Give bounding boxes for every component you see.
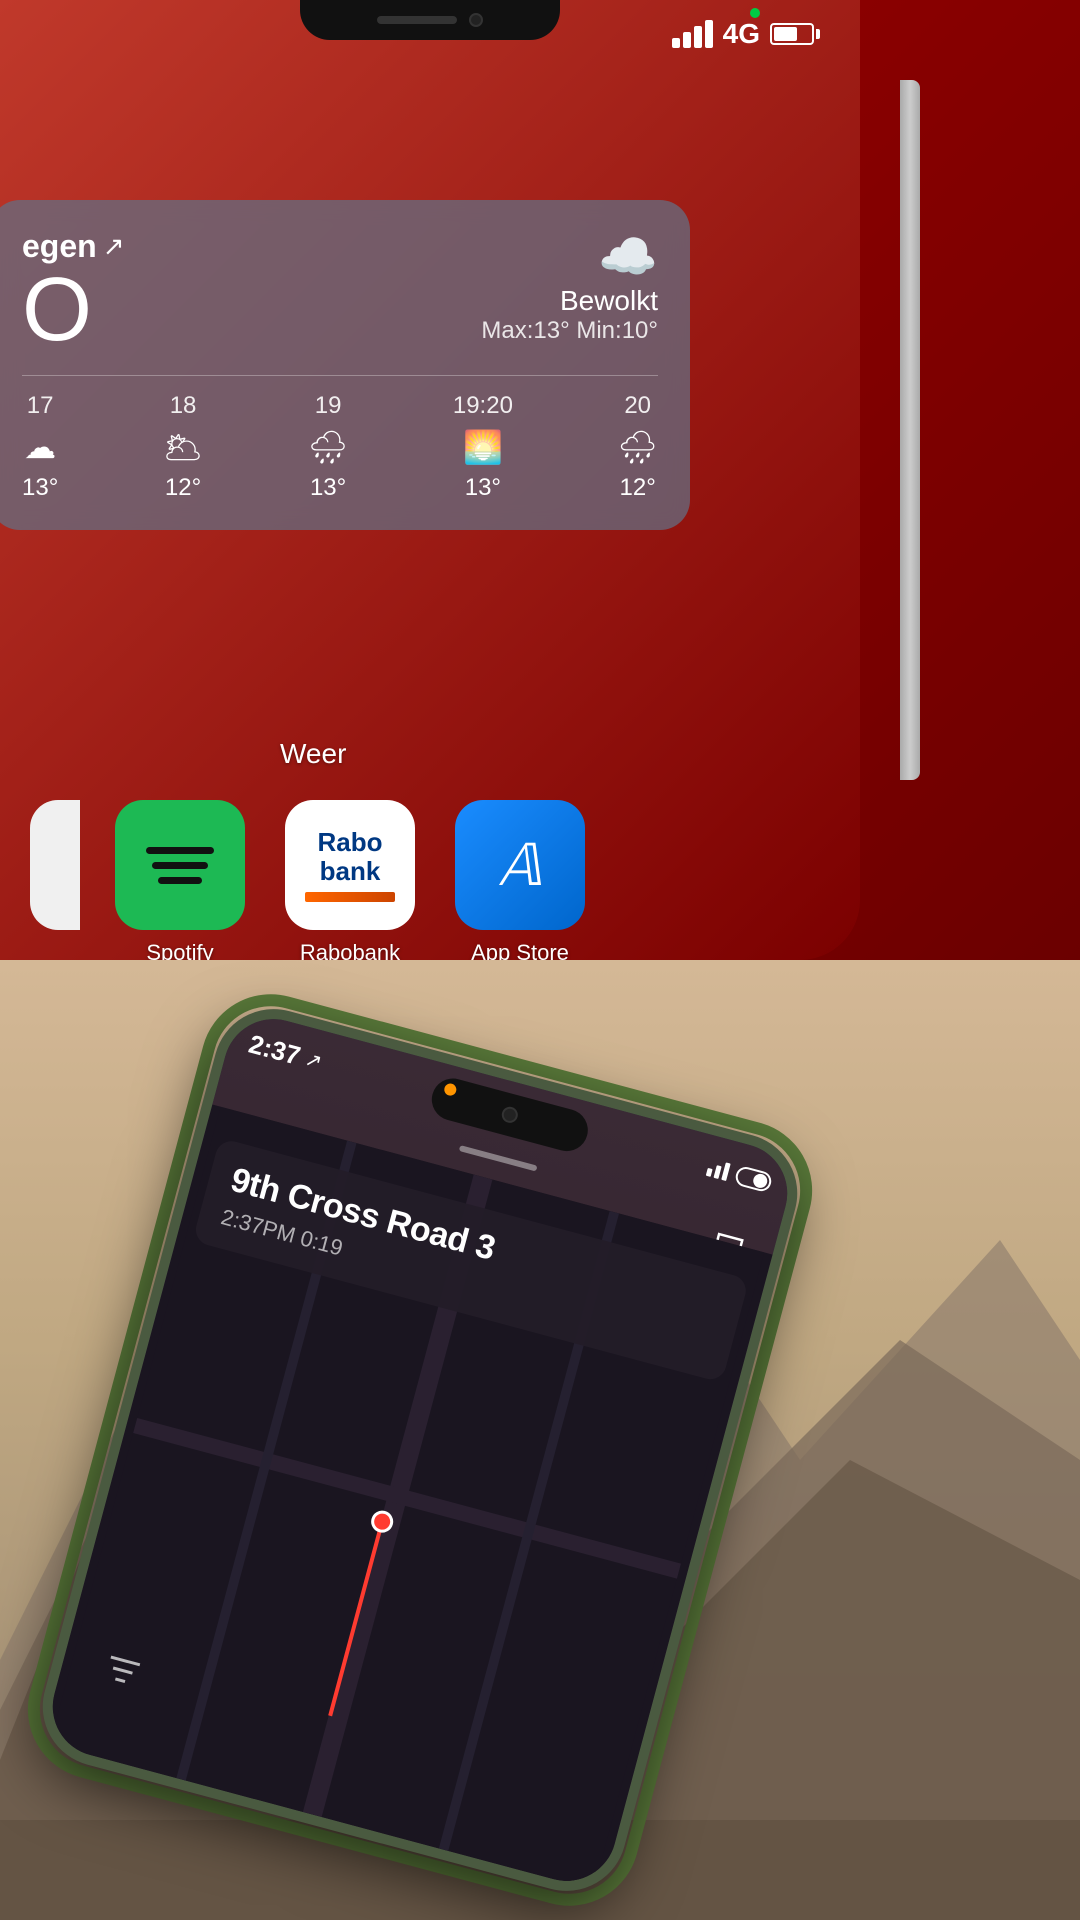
sp-bar-1	[706, 1167, 713, 1176]
forecast-item-0: 17 ☁ 13°	[22, 392, 58, 502]
forecast-temp-0: 13°	[22, 474, 58, 502]
spotify-wave-1	[146, 847, 214, 854]
sp-bar-2	[714, 1165, 722, 1179]
notch	[300, 0, 560, 40]
network-type: 4G	[723, 18, 760, 50]
forecast-item-3: 19:20 🌅 13°	[453, 392, 513, 502]
partial-app-icon[interactable]	[30, 800, 80, 930]
location-arrow-icon: ↗	[103, 231, 125, 262]
signal-bar-2	[683, 32, 691, 48]
battery-icon	[770, 23, 820, 45]
green-indicator	[750, 8, 760, 18]
rabobank-bar	[305, 892, 395, 902]
rabobank-inner: Rabobank	[305, 828, 395, 901]
forecast-day-4: 20	[624, 392, 651, 420]
forecast-item-1: 18 🌥 12°	[163, 392, 204, 502]
bottom-section: 2:37 ↗	[0, 960, 1080, 1920]
apps-row: Spotify Rabobank Rabobank 𝔸 App Store	[30, 800, 590, 960]
sp-status-right	[706, 1157, 774, 1193]
weather-temp-main: O	[22, 265, 124, 355]
forecast-icon-1: 🌥	[163, 428, 204, 466]
spotify-app-wrapper: Spotify	[110, 800, 250, 960]
phone-frame: 4G egen ↗ O ☁️ Bewolkt	[0, 0, 860, 960]
weather-left: egen ↗ O	[22, 228, 124, 355]
spotify-wave-2	[152, 862, 208, 869]
widget-label: Weer	[280, 738, 346, 770]
rabobank-app-wrapper: Rabobank Rabobank	[280, 800, 420, 960]
forecast-day-0: 17	[27, 392, 54, 420]
forecast-icon-4: 🌧	[617, 428, 658, 466]
rabobank-label: Rabobank	[300, 940, 400, 960]
partial-app-wrapper	[30, 800, 80, 940]
spotify-wave-3	[158, 877, 202, 884]
forecast-day-3: 19:20	[453, 392, 513, 420]
forecast-icon-0: ☁	[24, 428, 56, 466]
spotify-inner	[140, 825, 220, 905]
front-camera	[469, 13, 483, 27]
sp-toggle-knob	[752, 1172, 769, 1189]
forecast-day-1: 18	[170, 392, 197, 420]
sp-signal-icon	[706, 1158, 731, 1181]
status-bar: 4G	[672, 18, 820, 50]
weather-minmax: Max:13° Min:10°	[481, 317, 658, 345]
appstore-icon[interactable]: 𝔸	[455, 800, 585, 930]
spotify-label: Spotify	[146, 940, 213, 960]
weather-cloud-icon: ☁️	[481, 228, 658, 285]
rabobank-icon[interactable]: Rabobank	[285, 800, 415, 930]
forecast-temp-2: 13°	[310, 474, 346, 502]
battery-fill	[774, 27, 797, 41]
weather-forecast: 17 ☁ 13° 18 🌥 12° 19 🌧 13° 19:20 🌅	[22, 375, 658, 502]
speaker-grille	[377, 16, 457, 24]
signal-icon	[672, 20, 713, 48]
phone-right-edge	[900, 80, 920, 780]
battery-tip	[816, 29, 820, 39]
forecast-temp-1: 12°	[165, 474, 201, 502]
forecast-item-4: 20 🌧 12°	[617, 392, 658, 502]
rabobank-text: Rabobank	[318, 828, 383, 885]
spotify-waves	[146, 847, 214, 884]
forecast-day-2: 19	[315, 392, 342, 420]
weather-condition: Bewolkt	[481, 285, 658, 317]
sp-bar-3	[721, 1162, 730, 1181]
weather-header: egen ↗ O ☁️ Bewolkt Max:13° Min:10°	[22, 228, 658, 355]
forecast-temp-4: 12°	[620, 474, 656, 502]
sp-time-arrow-icon: ↗	[302, 1046, 325, 1074]
forecast-icon-3: 🌅	[463, 428, 503, 466]
forecast-temp-3: 13°	[465, 474, 501, 502]
weather-right: ☁️ Bewolkt Max:13° Min:10°	[481, 228, 658, 345]
top-phone-section: 4G egen ↗ O ☁️ Bewolkt	[0, 0, 1080, 960]
appstore-app-wrapper: 𝔸 App Store	[450, 800, 590, 960]
signal-bar-1	[672, 38, 680, 48]
signal-bar-4	[705, 20, 713, 48]
forecast-item-2: 19 🌧 13°	[308, 392, 349, 502]
sp-time-area: 2:37 ↗	[245, 1029, 325, 1078]
home-indicator[interactable]	[459, 1145, 538, 1172]
forecast-icon-2: 🌧	[308, 428, 349, 466]
appstore-label: App Store	[471, 940, 569, 960]
signal-bar-3	[694, 26, 702, 48]
sp-time: 2:37	[245, 1029, 303, 1072]
spotify-icon[interactable]	[115, 800, 245, 930]
sp-toggle-icon	[734, 1164, 774, 1193]
battery-body	[770, 23, 814, 45]
appstore-logo: 𝔸	[499, 831, 542, 899]
weather-widget: egen ↗ O ☁️ Bewolkt Max:13° Min:10°	[0, 200, 690, 530]
